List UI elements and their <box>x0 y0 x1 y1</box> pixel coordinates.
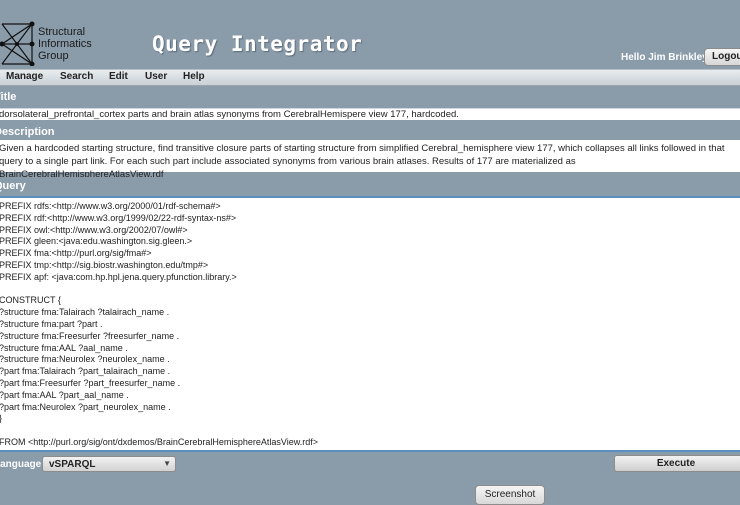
query-label: Query <box>0 180 26 192</box>
logo-text-line: Structural <box>38 26 86 38</box>
query-line: PREFIX rdf:<http://www.w3.org/1999/02/22… <box>0 212 237 223</box>
description-section-header: Description <box>0 123 740 140</box>
query-line: ?structure fma:Freesurfer ?freesurfer_na… <box>0 330 180 341</box>
description-label: Description <box>0 126 55 138</box>
query-line <box>0 284 740 296</box>
query-line: ?structure fma:Talairach ?talairach_name… <box>0 307 170 318</box>
query-line: PREFIX apf: <java:com.hp.hpl.jena.query.… <box>0 271 237 282</box>
query-line: ?part fma:AAL ?part_aal_name . <box>0 389 129 400</box>
language-label: Language <box>0 459 42 470</box>
query-line: ?structure fma:Neurolex ?neurolex_name . <box>0 354 170 365</box>
query-line: PREFIX owl:<http://www.w3.org/2002/07/ow… <box>0 224 188 235</box>
query-line <box>0 425 740 437</box>
description-field[interactable]: Given a hardcoded starting structure, fi… <box>0 140 740 180</box>
menu-item-edit[interactable]: Edit <box>109 71 128 82</box>
organization-name: Structural Informatics Group <box>38 26 92 62</box>
query-line: ?structure fma:AAL ?aal_name . <box>0 342 128 353</box>
query-line: ?structure fma:part ?part . <box>0 318 103 329</box>
logo-text-line: Group <box>38 50 69 62</box>
query-line: PREFIX fma:<http://purl.org/sig/fma#> <box>0 248 152 259</box>
language-select[interactable]: vSPARQL ▼ <box>42 456 176 472</box>
query-line: } <box>0 413 740 425</box>
menu-item-search[interactable]: Search <box>60 71 93 82</box>
query-line: FROM <http://purl.org/sig/ont/dxdemos/Br… <box>0 436 318 447</box>
language-selected-value: vSPARQL <box>49 459 96 470</box>
query-textarea[interactable]: PREFIX rdfs:<http://www.w3.org/2000/01/r… <box>0 196 740 452</box>
title-field[interactable]: dorsolateral_prefrontal_cortex parts and… <box>0 108 740 120</box>
header-bar: Structural Informatics Group Query Integ… <box>0 0 740 70</box>
logo-text-line: Informatics <box>38 38 92 50</box>
menu-item-user[interactable]: User <box>145 71 167 82</box>
execute-button[interactable]: Execute <box>614 455 740 472</box>
query-section-header: Query <box>0 177 740 194</box>
menu-item-help[interactable]: Help <box>183 71 205 82</box>
logout-button[interactable]: Logout <box>704 48 740 66</box>
app-title: Query Integrator <box>152 32 363 56</box>
query-line: PREFIX rdfs:<http://www.w3.org/2000/01/r… <box>0 201 221 211</box>
chevron-down-icon: ▼ <box>163 459 171 468</box>
query-line: ?part fma:Talairach ?part_talairach_name… <box>0 366 171 377</box>
screenshot-button[interactable]: Screenshot <box>475 485 545 505</box>
query-line: CONSTRUCT { <box>0 295 61 306</box>
network-graph-logo-icon <box>0 21 35 66</box>
query-line: PREFIX gleen:<java:edu.washington.sig.gl… <box>0 236 193 247</box>
title-section-header: Title <box>0 88 740 105</box>
menu-item-manage[interactable]: Manage <box>6 71 43 82</box>
user-greeting: Hello Jim Brinkley <box>621 52 708 63</box>
query-line: PREFIX tmp:<http://sig.biostr.washington… <box>0 259 209 270</box>
menu-bar: Manage Search Edit User Help <box>0 69 740 86</box>
query-line: ?part fma:Freesurfer ?part_freesurfer_na… <box>0 377 181 388</box>
query-line: ?part fma:Neurolex ?part_neurolex_name . <box>0 401 171 412</box>
title-label: Title <box>0 91 17 103</box>
